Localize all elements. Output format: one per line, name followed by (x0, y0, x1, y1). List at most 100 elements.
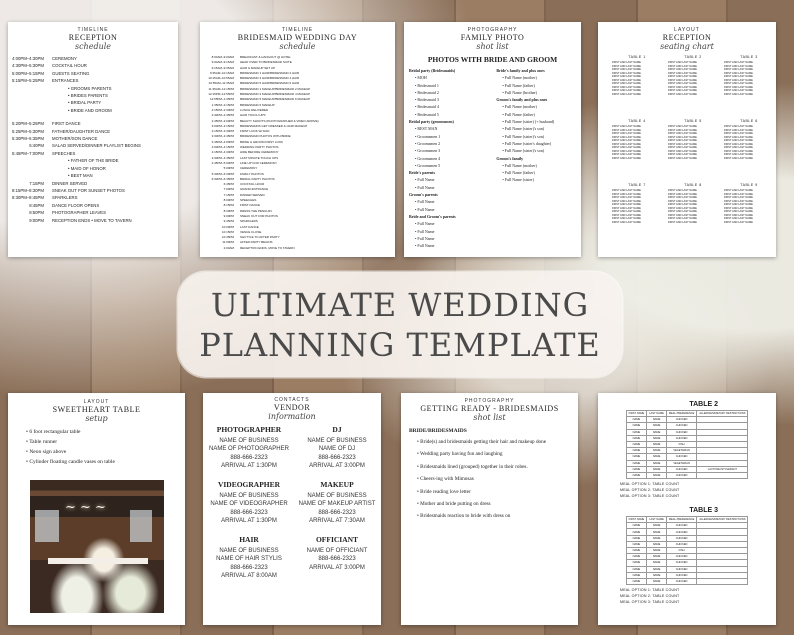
vendor-detail: 888-666-2323 (318, 454, 356, 461)
schedule-event: COCKTAIL HOUR (52, 63, 87, 69)
vendor-detail: NAME OF BUSINESS (219, 438, 279, 444)
last-name-cell: NAME (646, 471, 667, 480)
table-row: NAME NAME CHICKEN (625, 577, 749, 586)
seating-table-name: TABLE 8 (684, 183, 702, 187)
shot-item: Groomsmen 4 (409, 155, 496, 162)
schedule-event: SALAD SERVED/DINNER PLAYLIST BEGINS (52, 143, 141, 149)
schedule-event: DANCE FLOOR OPENS (52, 202, 100, 208)
schedule-event: RECEPTION ENDS, MOVE TO TAVERN (240, 245, 295, 250)
shot-item: Groomsmen 5 (409, 162, 496, 169)
allergy-cell (696, 471, 749, 480)
shot-item: Full Name (mother) (496, 103, 576, 110)
schedule-row: 4:30PM–5:30PM COCKTAIL HOUR (8, 62, 178, 69)
sweetheart-table-page: LAYOUT SWEETHEART TABLE setup 6 foot rec… (8, 393, 185, 625)
meal-cell: CHICKEN (665, 577, 698, 586)
shot-section-title: Groom's family and plus ones (496, 97, 548, 103)
banner-line-1: ULTIMATE WEDDING (210, 285, 590, 324)
page-script: schedule (279, 42, 316, 51)
schedule-event: CEREMONY (52, 56, 77, 61)
vendor-detail: NAME OF BUSINESS (219, 493, 279, 499)
vendor-detail: NAME OF PHOTOGRAPHER (209, 446, 289, 453)
shot-section-title: Bride's parents (409, 170, 436, 176)
schedule-time: 8:30PM–8:45PM (11, 195, 44, 201)
shot-item: Full Name (409, 176, 496, 183)
entrance-item: BRIDAL PARTY (8, 99, 178, 106)
page-script: seating chart (660, 42, 714, 51)
seating-table-block: TABLE 3 FIRST AND LAST NAME FIRST AND LAST… (724, 55, 774, 96)
schedule-row: 5:00PM–5:15PM GUESTS SEATING (8, 70, 178, 77)
page-script: shot list (476, 42, 509, 51)
guest-table: FIRST NAME LAST NAME MEAL PREFERENCE ALLERG… (625, 409, 749, 480)
vendor-detail: ARRIVAL AT 7:30AM (309, 518, 365, 525)
vendor-info-page: CONTACTS VENDOR information PHOTOGRAPHER… (203, 393, 381, 625)
schedule-row: 5:45PM–7:00PM SPEECHES (8, 150, 178, 157)
seating-table-block: TABLE 8 FIRST AND LAST NAME FIRST AND LAST… (668, 183, 718, 224)
page-title: FAMILY PHOTO (460, 33, 525, 42)
shot-item: Full Name (sister's daughter) (496, 140, 576, 147)
shot-item: MOH (409, 74, 496, 81)
shot-item: Full Name (409, 235, 496, 242)
vendor-detail: ARRIVAL AT 8:00AM (221, 573, 277, 580)
shot-item: Bridesmaid 4 (409, 103, 496, 110)
guest-name: FIRST AND LAST NAME (668, 156, 697, 160)
shot-item: Full Name (409, 228, 496, 235)
table-guest-list-page: TABLE 2 FIRST NAME LAST NAME MEAL PREFEREN… (598, 393, 776, 625)
title-banner: ULTIMATE WEDDING PLANNING TEMPLATE (178, 272, 622, 377)
shot-item: Full Name (father) (496, 169, 576, 176)
schedule-row: 8:30PM–8:45PM SPARKLERS (8, 194, 178, 201)
getting-ready-page: PHOTOGRAPHY GETTING READY - BRIDESMAIDS … (401, 393, 578, 625)
vendor-type: VIDEOGRAPHER (217, 480, 281, 489)
shot-item: Full Name (mother) (496, 162, 576, 169)
shot-item: Full Name (409, 184, 496, 191)
shot-item: Bridesmaids reaction to bride with dress… (405, 510, 574, 522)
schedule-time: 5:25PM–5:30PM (11, 128, 44, 134)
shot-item: Bridesmaids lined (grouped) together in … (405, 461, 574, 473)
speech-item: BEST MAN (8, 172, 178, 179)
schedule-event: DINNER SERVED (52, 180, 88, 186)
seating-table-name: TABLE 7 (628, 183, 646, 187)
page-title: BRIDESMAID WEDDING DAY (237, 33, 358, 42)
shot-item: Bridesmaid 3 (409, 96, 496, 103)
vendor-detail: NAME OF HAIR STYLIS (216, 556, 282, 563)
page-script: information (268, 412, 316, 421)
shot-item: Full Name (sister)'s son) (496, 147, 576, 154)
schedule-row: 7:15PM DINNER SERVED (8, 180, 178, 187)
guest-name: FIRST AND LAST NAME (668, 92, 697, 96)
seating-table-block: TABLE 9 FIRST AND LAST NAME FIRST AND LAST… (724, 183, 774, 224)
section-heading: BRIDE/BRIDESMAIDS (409, 428, 467, 434)
vendor-detail: NAME OF MAKEUP ARTIST (298, 501, 376, 508)
schedule-time: 5:30PM–5:35PM (11, 136, 44, 142)
schedule-event: RECEPTION ENDS • MOVE TO TAVERN (52, 217, 132, 223)
setup-item: Table runner (8, 437, 185, 447)
shot-item: Mother and bride putting on dress (405, 498, 574, 510)
shot-item: Full Name (father) (496, 82, 576, 89)
guest-name: FIRST AND LAST NAME (612, 156, 641, 160)
reception-schedule-page: TIMELINE RECEPTION schedule 4:00PM–4:30P… (8, 22, 178, 257)
seating-table-name: TABLE 2 (684, 55, 702, 59)
bridesmaid-schedule-page: TIMELINE BRIDESMAID WEDDING DAY schedule… (200, 22, 395, 257)
shot-item: Full Name (sister) (+ husband) (496, 118, 576, 125)
speech-item: MAID OF HONOR (8, 165, 178, 172)
family-photo-page: PHOTOGRAPHY FAMILY PHOTO shot list PHOTO… (404, 22, 581, 257)
vendor-detail: NAME OF BUSINESS (307, 493, 367, 499)
shot-section-title: Bride and Groom's parents (409, 213, 456, 219)
meal-option-count: MEAL OPTION 3: TABLE COUNT (620, 494, 680, 499)
shot-item: Full Name (father) (496, 111, 576, 118)
schedule-time: 7:15PM (29, 180, 44, 186)
shot-section-title: Groom's family (496, 155, 524, 161)
vendor-type: OFFICIANT (315, 535, 359, 544)
vendor-card: HAIR NAME OF BUSINESS NAME OF HAIR STYLIS 8… (203, 535, 299, 581)
vendor-card: OFFICIANT NAME OF OFFICIANT 888-666-2323 AR… (287, 535, 381, 572)
seating-table-name: TABLE 4 (628, 119, 646, 123)
schedule-row: 5:30PM–5:35PM MOTHER/SON DANCE (8, 135, 178, 142)
speech-item: FATHER OF THE BRIDE (8, 157, 178, 164)
shot-item: Groomsmen 2 (409, 140, 496, 147)
vendor-card: VIDEOGRAPHER NAME OF BUSINESS NAME OF VIDE… (203, 480, 299, 526)
shot-item: Bridesmaid 2 (409, 89, 496, 96)
schedule-event: MOTHER/SON DANCE (52, 136, 98, 142)
seating-table-name: TABLE 5 (684, 119, 702, 123)
schedule-time: 8:45PM (29, 202, 44, 208)
entrance-item: BRIDE AND GROOM (8, 107, 178, 114)
shot-item: Bridesmaid 1 (409, 82, 496, 89)
schedule-event: SNEAK OUT FOR SUNSET PHOTOS (52, 187, 125, 193)
